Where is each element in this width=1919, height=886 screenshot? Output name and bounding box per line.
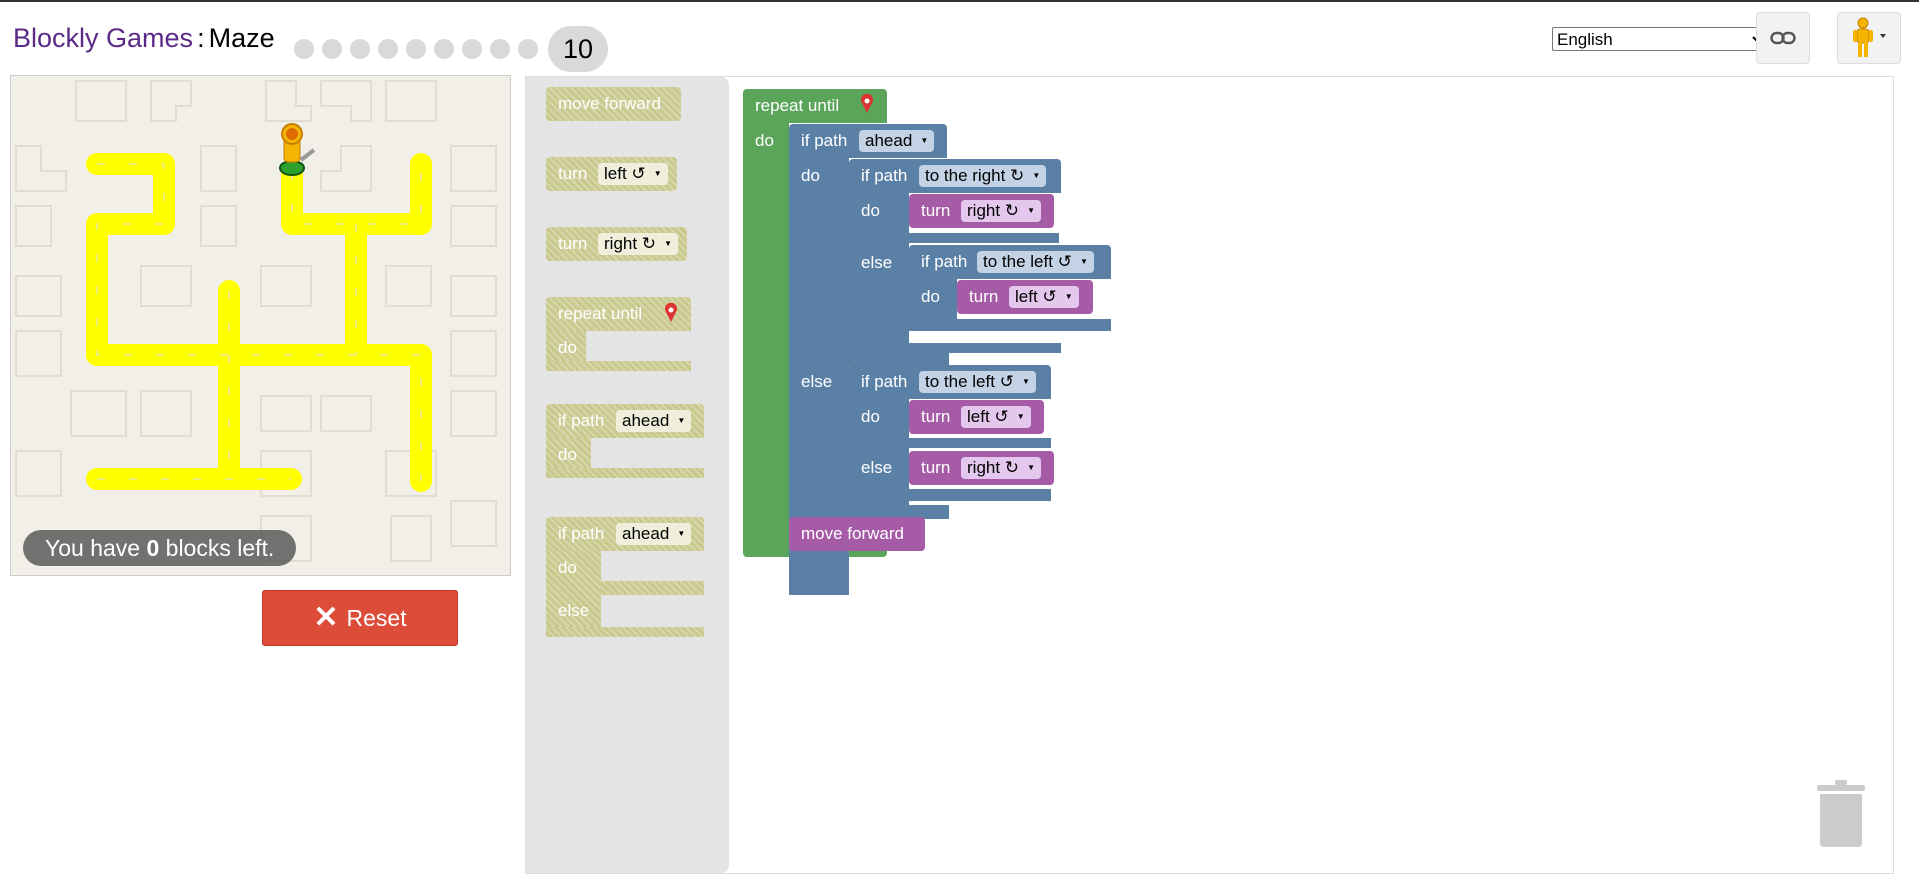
direction-dropdown[interactable]: left ↺ — [598, 163, 668, 185]
level-selector: 10 — [294, 26, 608, 72]
link-button[interactable] — [1756, 12, 1810, 64]
block-label: turn — [921, 201, 951, 220]
level-dot[interactable] — [322, 39, 342, 59]
goal-marker-icon — [861, 94, 873, 113]
block-label: repeat until — [755, 96, 840, 115]
pegman-avatar — [281, 123, 316, 163]
turn-right-block[interactable]: turn right ↻ — [909, 194, 1054, 228]
language-select[interactable]: English — [1552, 27, 1766, 51]
block-label: do — [921, 287, 940, 306]
toolbox-if-else-block[interactable]: if path ahead do else — [546, 517, 706, 637]
block-label: repeat until — [558, 304, 643, 323]
toolbox-flyout: move forward turn left ↺ turn right ↻ re… — [526, 77, 729, 873]
maze-display: You have 0 blocks left. — [10, 75, 511, 576]
toolbox-turn-right-block[interactable]: turn right ↻ — [546, 227, 687, 261]
path-dropdown[interactable]: ahead — [616, 410, 692, 432]
block-label: else — [861, 458, 893, 477]
level-dot[interactable] — [490, 39, 510, 59]
blocks-left-count: 0 — [146, 534, 160, 561]
blockly-workspace[interactable]: move forward turn left ↺ turn right ↻ re… — [525, 76, 1894, 874]
block-label: move forward — [801, 524, 904, 543]
maze-map — [15, 80, 497, 562]
page-title: Blockly Games : Maze — [13, 20, 275, 56]
game-name: Maze — [208, 22, 275, 53]
maze-path — [86, 153, 432, 492]
level-dot[interactable] — [462, 39, 482, 59]
blocks-left-prefix: You have — [45, 534, 147, 561]
direction-dropdown[interactable]: right ↻ — [598, 233, 679, 255]
turn-right-block[interactable]: turn right ↻ — [909, 451, 1054, 485]
pegman-button[interactable] — [1837, 12, 1901, 64]
block-label: turn — [921, 458, 951, 477]
block-label: if path — [861, 166, 908, 185]
top-border — [0, 0, 1919, 2]
block-label: turn — [921, 407, 951, 426]
block-label: if path — [558, 411, 605, 430]
block-label: do — [861, 407, 880, 426]
trash-can-icon[interactable] — [1813, 777, 1869, 854]
move-forward-block[interactable]: move forward — [789, 517, 925, 551]
block-label: do — [755, 131, 774, 150]
block-label: else — [801, 372, 833, 391]
goal-marker-icon — [665, 303, 677, 322]
level-dot[interactable] — [378, 39, 398, 59]
reset-label: Reset — [346, 604, 407, 631]
level-dot[interactable] — [434, 39, 454, 59]
start-marker — [279, 160, 305, 176]
path-dropdown[interactable]: to the right ↻ — [919, 165, 1047, 187]
level-dot[interactable] — [350, 39, 370, 59]
level-dot[interactable] — [294, 39, 314, 59]
current-level-indicator[interactable]: 10 — [548, 26, 608, 72]
blocks-left-capsule: You have 0 blocks left. — [23, 530, 297, 566]
block-label: do — [558, 445, 577, 464]
toolbox-move-forward-block[interactable]: move forward — [546, 87, 681, 121]
brand-link[interactable]: Blockly Games — [13, 23, 193, 54]
block-label: do — [861, 201, 880, 220]
block-label: if path — [921, 252, 968, 271]
reset-button[interactable]: ✕ Reset — [262, 590, 458, 646]
path-dropdown[interactable]: to the left ↺ — [977, 251, 1094, 273]
direction-dropdown[interactable]: left ↺ — [961, 406, 1031, 428]
block-label: turn — [558, 234, 588, 253]
block-label: do — [558, 558, 577, 577]
direction-dropdown[interactable]: right ↻ — [961, 457, 1042, 479]
close-icon: ✕ — [313, 601, 339, 634]
toolbox-turn-left-block[interactable]: turn left ↺ — [546, 157, 677, 191]
blocks-left-suffix: blocks left. — [159, 534, 275, 561]
turn-left-block[interactable]: turn left ↺ — [957, 280, 1093, 314]
block-label: else — [861, 253, 893, 272]
link-icon — [1770, 31, 1796, 45]
turn-left-block[interactable]: turn left ↺ — [909, 400, 1044, 434]
pegman-icon — [1853, 17, 1886, 57]
block-label: turn — [558, 164, 588, 183]
path-dropdown[interactable]: to the left ↺ — [919, 371, 1036, 393]
block-label: do — [558, 338, 577, 357]
path-dropdown[interactable]: ahead — [616, 523, 692, 545]
direction-dropdown[interactable]: right ↻ — [961, 200, 1042, 222]
block-label: move forward — [558, 94, 661, 113]
block-label: if path — [558, 524, 605, 543]
path-dashes — [96, 163, 422, 481]
block-label: else — [558, 601, 590, 620]
block-label: do — [801, 166, 820, 185]
level-dot[interactable] — [406, 39, 426, 59]
block-label: if path — [861, 372, 908, 391]
block-label: if path — [801, 131, 848, 150]
toolbox-if-path-block[interactable]: if path ahead do — [546, 404, 706, 479]
direction-dropdown[interactable]: left ↺ — [1009, 286, 1079, 308]
toolbox-repeat-until-block[interactable]: repeat until do — [546, 297, 706, 372]
level-dot[interactable] — [518, 39, 538, 59]
title-separator: : — [197, 22, 205, 53]
path-dropdown[interactable]: ahead — [859, 130, 935, 152]
block-label: turn — [969, 287, 999, 306]
